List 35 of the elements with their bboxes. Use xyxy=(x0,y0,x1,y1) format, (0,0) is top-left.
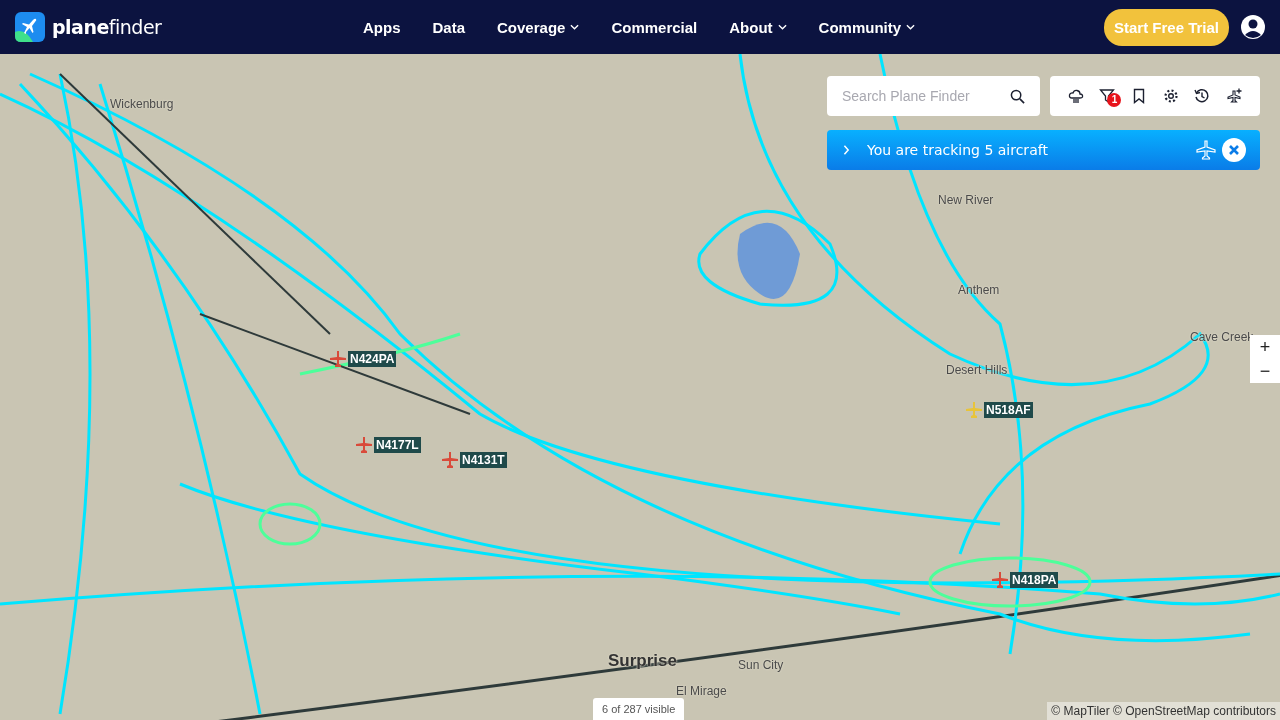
tracking-message: You are tracking 5 aircraft xyxy=(867,142,1049,158)
caret-icon xyxy=(570,24,580,30)
callsign-label[interactable]: N518AF xyxy=(984,402,1033,418)
airplane-icon[interactable] xyxy=(330,351,346,367)
nav-link[interactable]: Coverage xyxy=(484,12,593,42)
map-attribution: © MapTiler © OpenStreetMap contributors xyxy=(1047,702,1280,720)
filter-icon[interactable] xyxy=(1099,88,1116,104)
close-icon[interactable] xyxy=(1222,138,1246,162)
callsign-label[interactable]: N424PA xyxy=(348,351,397,367)
callsign-label[interactable]: N4177L xyxy=(374,437,421,453)
caret-icon xyxy=(777,24,787,30)
place-label: New River xyxy=(938,193,994,207)
history-icon[interactable] xyxy=(1194,88,1211,104)
place-label: El Mirage xyxy=(676,684,727,698)
settings-icon[interactable] xyxy=(1162,88,1179,104)
cloud-icon[interactable] xyxy=(1067,88,1084,104)
callsign-label[interactable]: N4131T xyxy=(460,452,507,468)
caret-icon xyxy=(906,24,916,30)
nav-link[interactable]: Community xyxy=(805,12,929,42)
nav-link[interactable]: About xyxy=(716,12,800,42)
add-aircraft-icon[interactable] xyxy=(1226,88,1243,104)
search-icon[interactable] xyxy=(1010,89,1025,104)
place-label: Wickenburg xyxy=(110,97,174,111)
logo-icon[interactable] xyxy=(15,12,45,42)
account-icon[interactable] xyxy=(1240,14,1266,40)
nav-link[interactable]: Apps xyxy=(350,12,414,42)
visible-count: 6 of 287 visible xyxy=(593,698,685,720)
callsign-label[interactable]: N418PA xyxy=(1010,572,1059,588)
place-label: Sun City xyxy=(738,658,784,672)
filter-count-badge: 1 xyxy=(1107,93,1122,107)
logo-wordmark[interactable]: planefinder xyxy=(52,16,162,38)
chevron-right-icon[interactable] xyxy=(843,145,850,155)
search-field[interactable]: Search Plane Finder xyxy=(827,76,1040,116)
nav-link[interactable]: Data xyxy=(419,12,478,42)
nav-link[interactable]: Commercial xyxy=(598,12,711,42)
